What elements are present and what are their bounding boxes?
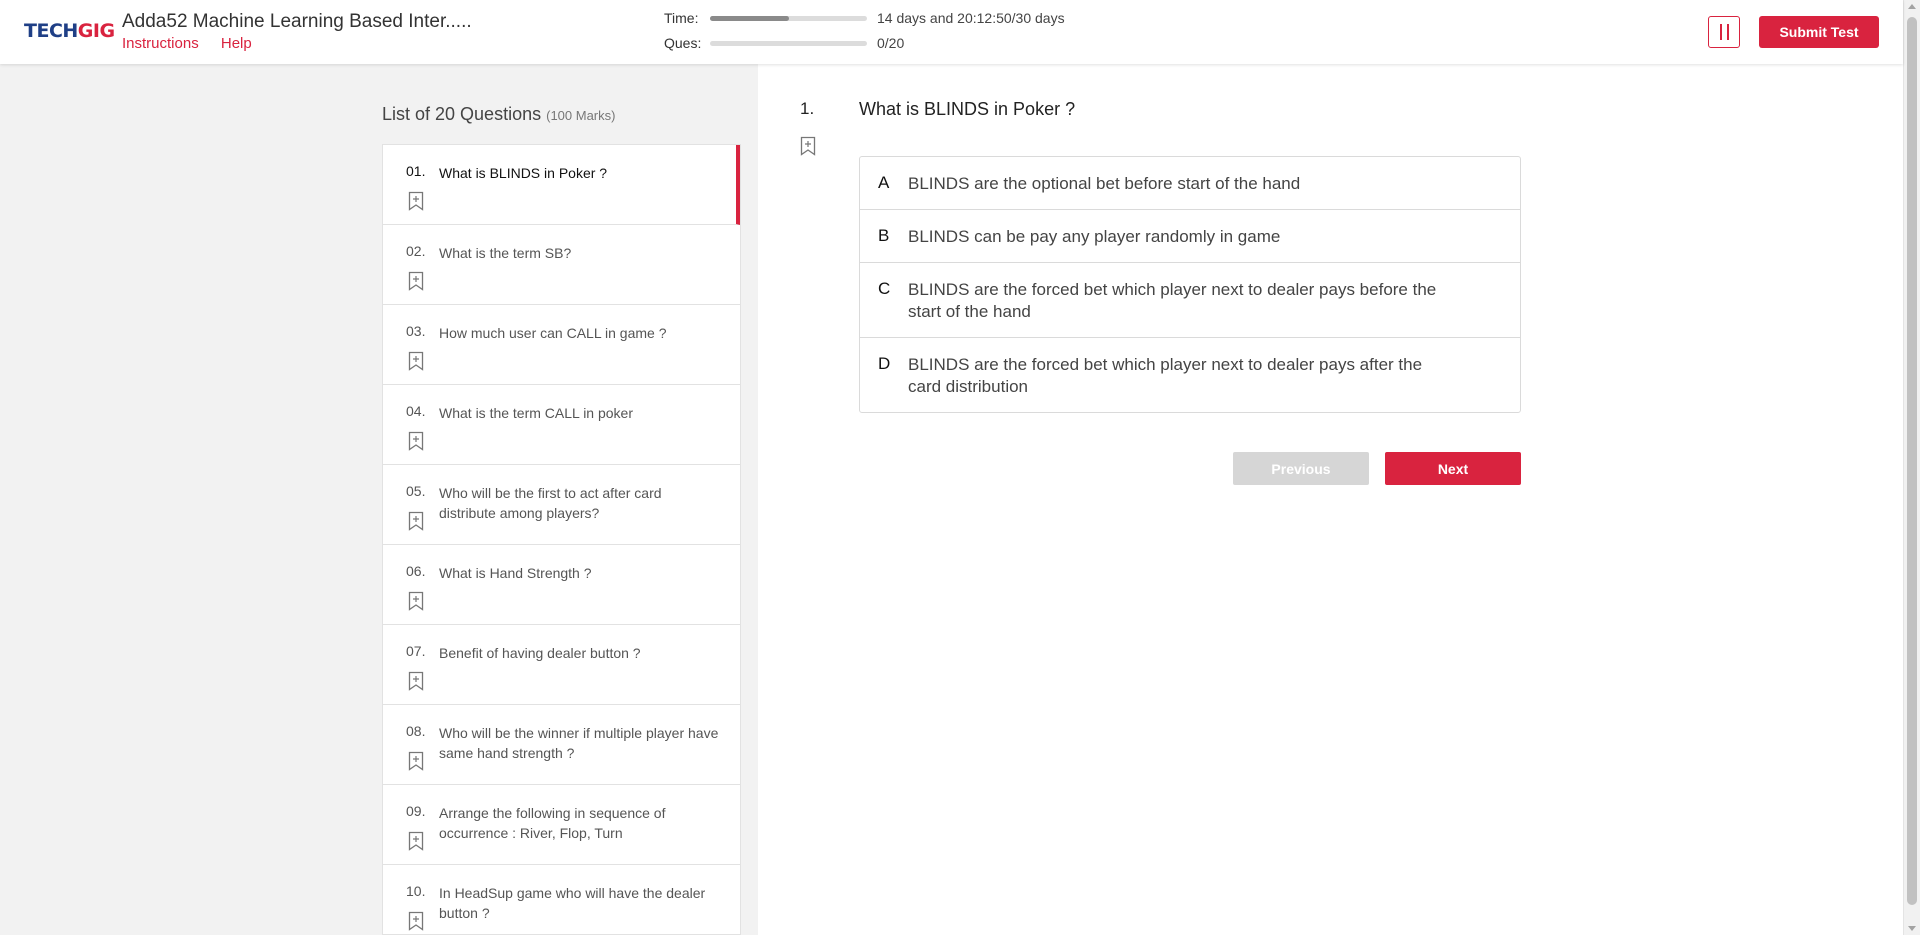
question-list-text: What is the term CALL in poker — [439, 405, 634, 421]
bookmark-add-icon[interactable] — [408, 431, 424, 451]
question-list-number: 03. — [406, 323, 426, 339]
submit-test-button[interactable]: Submit Test — [1759, 16, 1879, 48]
question-list-text: Arrange the following in sequence of occ… — [439, 805, 666, 841]
question-list-text: Who will be the winner if multiple playe… — [439, 725, 719, 761]
ques-progress-bar — [710, 40, 867, 46]
bookmark-add-icon[interactable] — [408, 751, 424, 771]
question-list-number: 09. — [406, 803, 426, 819]
question-list-text: How much user can CALL in game ? — [439, 325, 667, 341]
bookmark-add-icon[interactable] — [408, 831, 424, 851]
option-text: BLINDS are the forced bet which player n… — [908, 280, 1437, 321]
header-links: Instructions Help — [122, 35, 270, 52]
question-list-item[interactable]: 01. What is BLINDS in Poker ? — [383, 145, 740, 225]
bookmark-add-icon[interactable] — [408, 351, 424, 371]
time-progress-bar — [710, 15, 867, 21]
question-list-text: In HeadSup game who will have the dealer… — [439, 885, 706, 921]
ques-label: Ques: — [664, 35, 702, 51]
help-link[interactable]: Help — [221, 35, 252, 52]
question-list-number: 10. — [406, 883, 426, 899]
question-list-marks: (100 Marks) — [546, 108, 616, 123]
question-list: 01. What is BLINDS in Poker ? 02. What is t… — [382, 144, 741, 935]
questions-progress: Ques: 0/20 — [664, 35, 904, 51]
bookmark-add-icon[interactable] — [408, 591, 424, 611]
answer-option-b[interactable]: B BLINDS can be pay any player randomly i… — [860, 210, 1520, 263]
option-letter: C — [878, 279, 891, 298]
page-scrollbar[interactable] — [1903, 0, 1920, 935]
pause-icon-bar — [1726, 24, 1729, 40]
top-header: TECHGIG Adda52 Machine Learning Based In… — [0, 0, 1903, 64]
question-list-number: 06. — [406, 563, 426, 579]
instructions-link[interactable]: Instructions — [122, 35, 199, 52]
question-list-text: Who will be the first to act after card … — [439, 485, 662, 521]
bookmark-add-icon[interactable] — [408, 511, 424, 531]
option-text: BLINDS can be pay any player randomly in… — [908, 227, 1281, 246]
question-list-text: Benefit of having dealer button ? — [439, 645, 641, 661]
option-letter: A — [878, 173, 890, 192]
question-list-item[interactable]: 07. Benefit of having dealer button ? — [383, 625, 740, 705]
previous-button[interactable]: Previous — [1233, 452, 1369, 485]
scrollbar-thumb[interactable] — [1907, 17, 1917, 905]
pause-button[interactable] — [1708, 16, 1740, 48]
question-list-item[interactable]: 10. In HeadSup game who will have the dea… — [383, 865, 740, 934]
time-label: Time: — [664, 10, 699, 26]
question-list-item[interactable]: 06. What is Hand Strength ? — [383, 545, 740, 625]
bookmark-add-icon[interactable] — [408, 671, 424, 691]
question-number: 1. — [800, 99, 815, 118]
question-list-number: 01. — [406, 163, 426, 179]
option-letter: B — [878, 226, 890, 245]
time-progress-fill — [710, 15, 789, 21]
question-list-item[interactable]: 08. Who will be the winner if multiple pl… — [383, 705, 740, 785]
test-title: Adda52 Machine Learning Based Inter..... — [122, 11, 472, 32]
question-list-number: 07. — [406, 643, 426, 659]
question-list-number: 04. — [406, 403, 426, 419]
time-progress: Time: 14 days and 20:12:50/30 days — [664, 10, 1065, 26]
answer-option-a[interactable]: A BLINDS are the optional bet before star… — [860, 157, 1520, 210]
time-value: 14 days and 20:12:50/30 days — [877, 10, 1065, 26]
bookmark-add-icon[interactable] — [408, 911, 424, 931]
question-list-number: 05. — [406, 483, 426, 499]
bookmark-add-icon[interactable] — [408, 271, 424, 291]
scroll-up-arrow-icon[interactable] — [1908, 4, 1916, 9]
question-list-text: What is the term SB? — [439, 245, 572, 261]
logo-part-tech: TECH — [24, 20, 78, 42]
option-text: BLINDS are the optional bet before start… — [908, 174, 1301, 193]
question-list-text: What is Hand Strength ? — [439, 565, 592, 581]
question-list-text: What is BLINDS in Poker ? — [439, 165, 608, 181]
option-letter: D — [878, 354, 891, 373]
question-list-title: List of 20 Questions (100 Marks) — [382, 104, 615, 125]
question-list-item[interactable]: 02. What is the term SB? — [383, 225, 740, 305]
answer-option-d[interactable]: D BLINDS are the forced bet which player … — [860, 338, 1520, 412]
question-list-count: List of 20 Questions — [382, 104, 542, 124]
question-list-item[interactable]: 04. What is the term CALL in poker — [383, 385, 740, 465]
bookmark-add-icon[interactable] — [408, 191, 424, 211]
techgig-logo[interactable]: TECHGIG — [24, 20, 115, 42]
question-list-number: 02. — [406, 243, 426, 259]
question-list-number: 08. — [406, 723, 426, 739]
pause-icon — [1719, 24, 1722, 40]
question-title: What is BLINDS in Poker ? — [859, 99, 1076, 119]
answer-option-c[interactable]: C BLINDS are the forced bet which player … — [860, 263, 1520, 338]
option-text: BLINDS are the forced bet which player n… — [908, 355, 1423, 396]
answer-options: A BLINDS are the optional bet before star… — [859, 156, 1521, 413]
scroll-down-arrow-icon[interactable] — [1908, 926, 1916, 931]
bookmark-add-icon[interactable] — [800, 136, 816, 156]
question-list-item[interactable]: 09. Arrange the following in sequence of … — [383, 785, 740, 865]
ques-value: 0/20 — [877, 35, 905, 51]
next-button[interactable]: Next — [1385, 452, 1521, 485]
question-list-item[interactable]: 05. Who will be the first to act after ca… — [383, 465, 740, 545]
question-list-item[interactable]: 03. How much user can CALL in game ? — [383, 305, 740, 385]
logo-part-gig: GIG — [77, 20, 115, 42]
